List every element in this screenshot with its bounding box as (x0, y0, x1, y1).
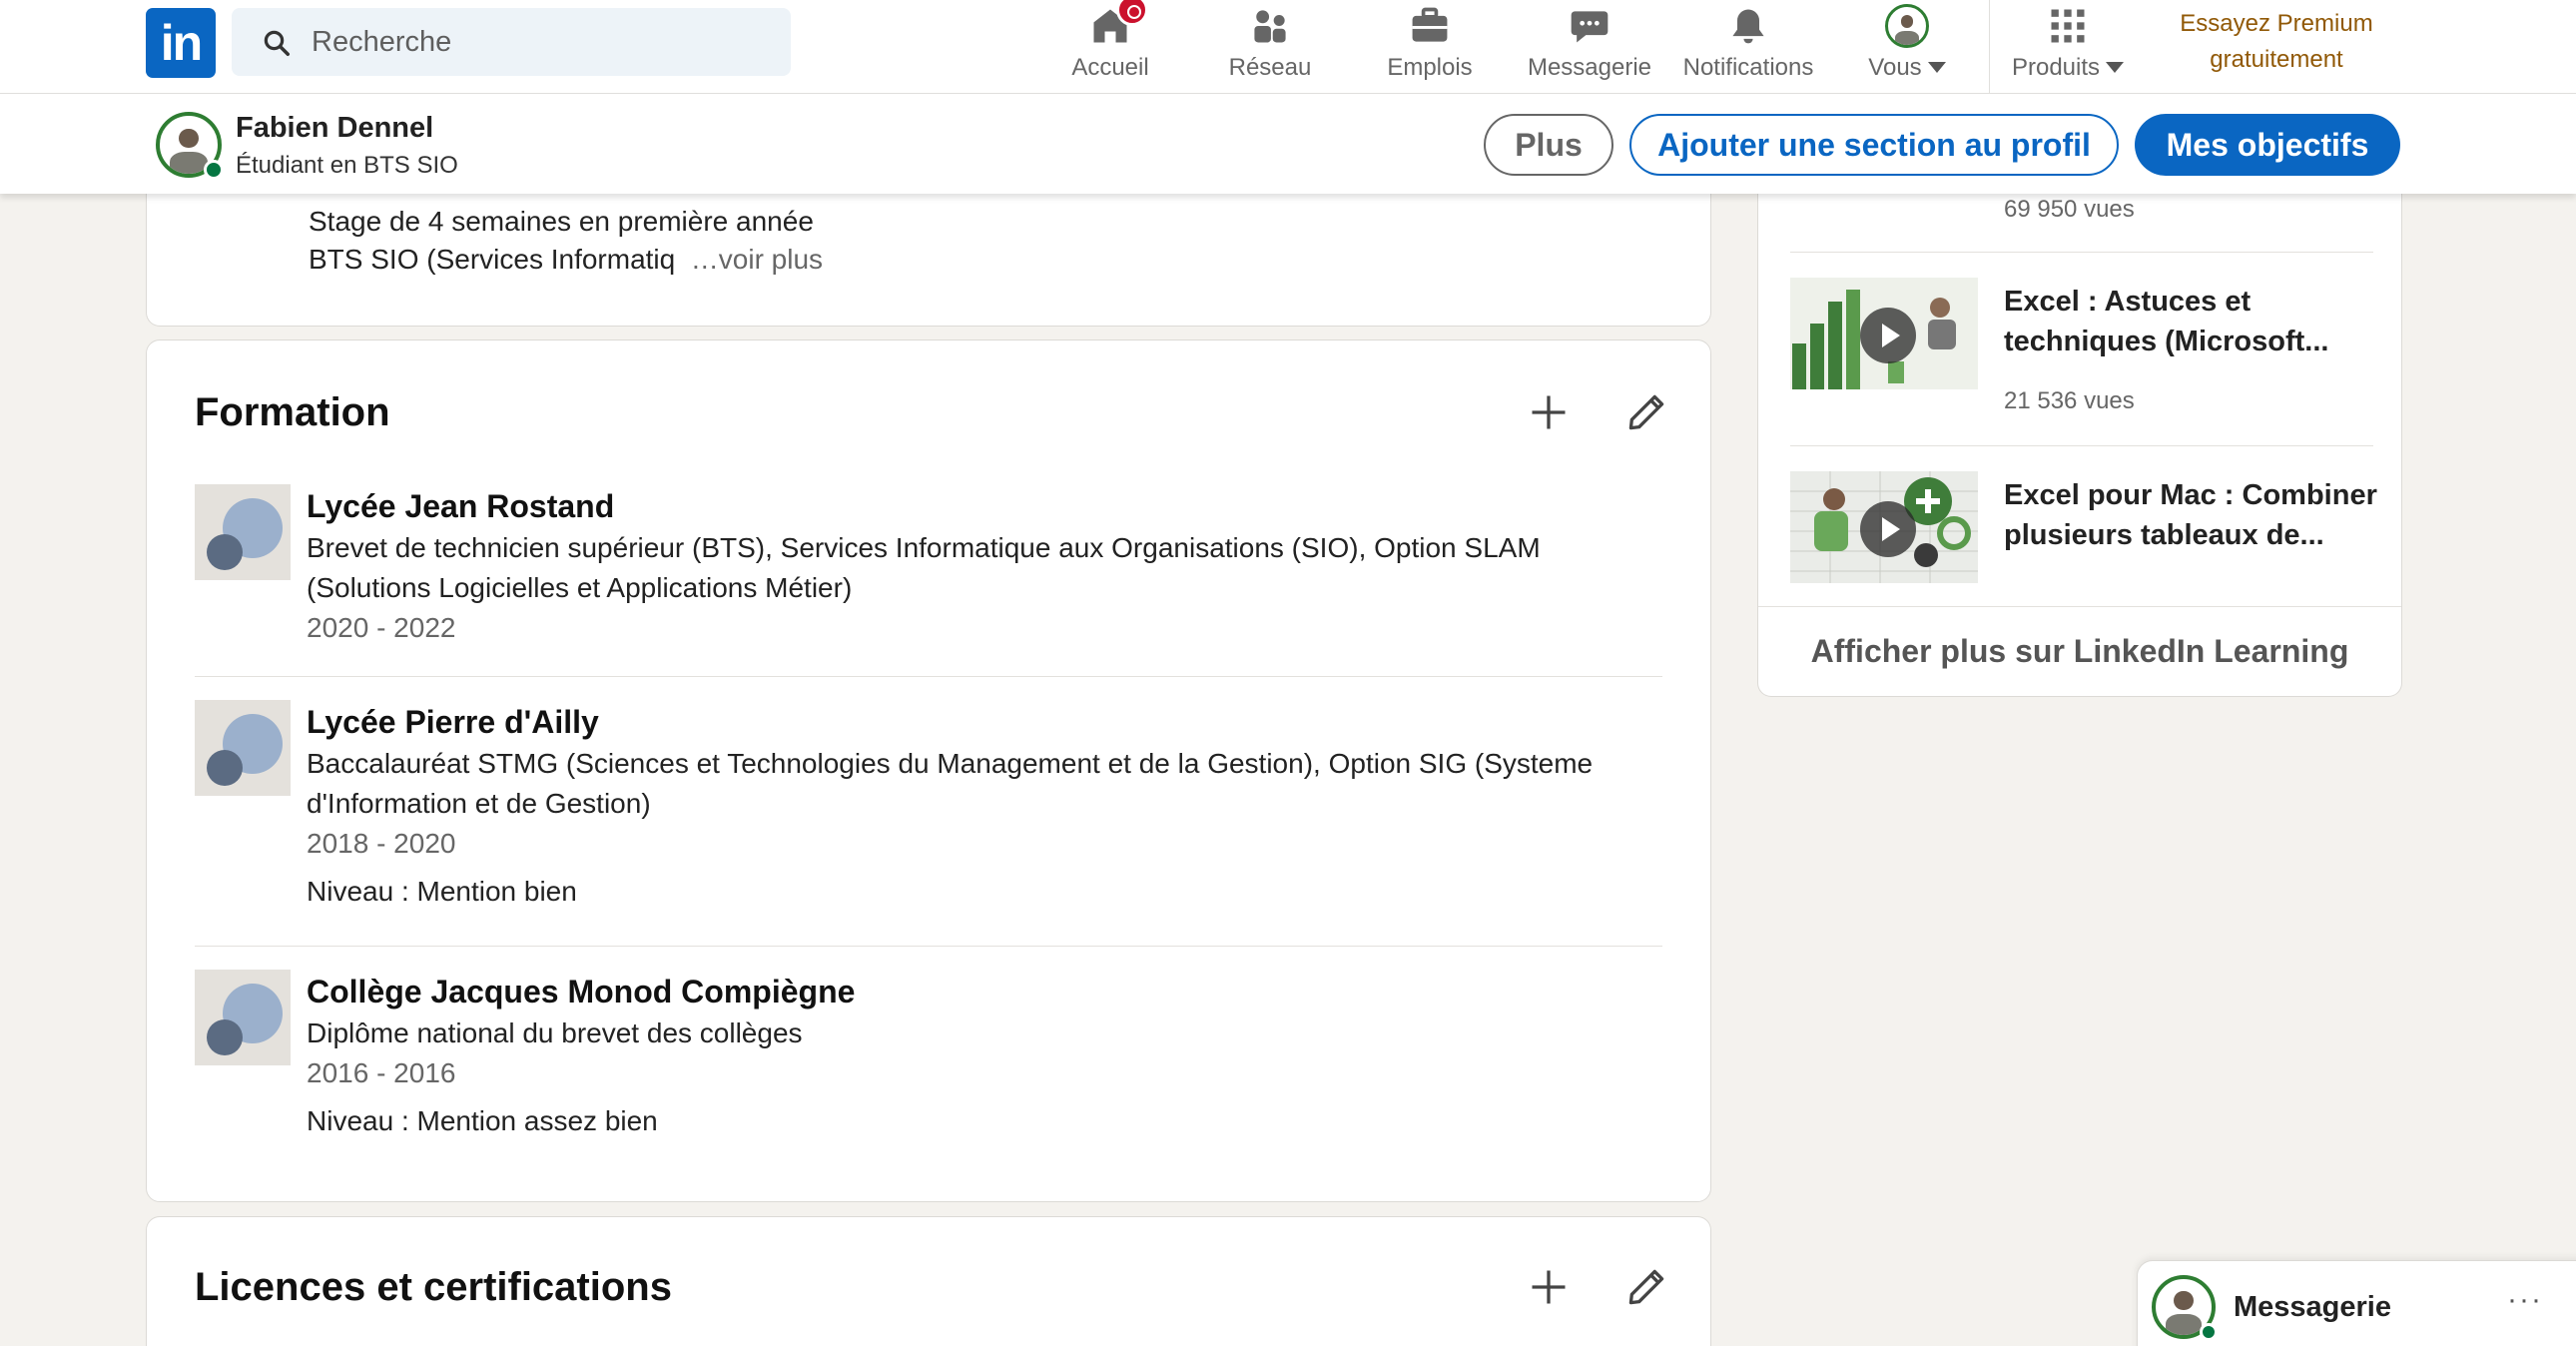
course-views: 69 950 vues (2004, 196, 2135, 223)
briefcase-icon (1412, 7, 1448, 42)
experience-description-line1: Stage de 4 semaines en première année (309, 206, 814, 237)
online-status-dot (2200, 1323, 2218, 1341)
premium-link[interactable]: Essayez Premium gratuitement (2157, 6, 2396, 78)
edit-education-button[interactable] (1614, 380, 1678, 444)
messaging-title: Messagerie (2234, 1291, 2391, 1323)
school-logo (195, 700, 291, 796)
nav-jobs-label: Emplois (1387, 54, 1473, 81)
grid-icon (2051, 9, 2085, 43)
nav-notifications[interactable]: Notifications (1669, 0, 1827, 94)
chevron-down-icon (2106, 62, 2125, 73)
nav-messaging[interactable]: Messagerie (1520, 0, 1659, 94)
nav-products-label: Produits (2011, 54, 2125, 82)
add-education-button[interactable] (1517, 380, 1581, 444)
nav-me-text: Vous (1868, 54, 1922, 81)
school-name[interactable]: Lycée Jean Rostand (307, 484, 1664, 528)
nav-me-label: Vous (1868, 54, 1946, 82)
nav-divider (1989, 0, 1990, 94)
degree: Baccalauréat STMG (Sciences et Technolog… (307, 748, 1594, 819)
nav-products-text: Produits (2011, 54, 2101, 81)
add-profile-section-button[interactable]: Ajouter une section au profil (1629, 114, 2119, 176)
online-status-dot (204, 160, 224, 180)
grade: Niveau : Mention bien (307, 876, 577, 907)
licences-card: Licences et certifications (146, 1216, 1711, 1346)
course-thumbnail[interactable] (1790, 471, 1978, 583)
more-options-icon[interactable]: ··· (2507, 1283, 2543, 1317)
course-title[interactable]: Excel pour Mac : Combiner plusieurs tabl… (2004, 475, 2383, 555)
course-item[interactable]: Excel : Astuces et techniques (Microsoft… (1790, 278, 2379, 437)
nav-products[interactable]: Produits (2003, 0, 2133, 94)
add-licence-button[interactable] (1517, 1255, 1581, 1319)
degree: Diplôme national du brevet des collèges (307, 1017, 803, 1048)
edit-licence-button[interactable] (1614, 1255, 1678, 1319)
divider (195, 946, 1662, 947)
linkedin-logo[interactable]: in (146, 8, 216, 78)
divider (195, 676, 1662, 677)
plus-icon (1532, 395, 1566, 429)
school-name[interactable]: Collège Jacques Monod Compiègne (307, 970, 1664, 1013)
see-more-link[interactable]: …voir plus (691, 244, 823, 275)
divider (1790, 445, 2373, 446)
premium-line2: gratuitement (2210, 46, 2343, 73)
more-button[interactable]: Plus (1484, 114, 1613, 176)
global-nav: in Accueil Réseau Emplois Messagerie Not… (0, 0, 2576, 94)
pencil-icon (1628, 394, 1664, 430)
chat-icon (1571, 11, 1609, 43)
dates: 2016 - 2016 (307, 1057, 456, 1088)
pencil-icon (1628, 1269, 1664, 1305)
search-input[interactable] (312, 8, 771, 76)
search-icon (264, 30, 290, 56)
play-icon (1860, 501, 1916, 557)
search-bar[interactable] (232, 8, 791, 76)
profile-headline: Étudiant en BTS SIO (236, 152, 458, 179)
nav-network-label: Réseau (1228, 54, 1312, 81)
school-logo (195, 484, 291, 580)
nav-network[interactable]: Réseau (1220, 0, 1320, 94)
course-item[interactable]: Excel pour Mac : Combiner plusieurs tabl… (1790, 471, 2379, 591)
premium-line1: Essayez Premium (2180, 10, 2373, 37)
nav-jobs[interactable]: Emplois (1380, 0, 1480, 94)
dates: 2020 - 2022 (307, 612, 456, 643)
divider (1790, 252, 2373, 253)
grade: Niveau : Mention assez bien (307, 1105, 658, 1136)
course-title[interactable]: Excel : Astuces et techniques (Microsoft… (2004, 282, 2383, 361)
formation-card: Formation Lycée Jean Rostand Brevet de t… (146, 339, 1711, 1202)
profile-sticky-bar: Fabien Dennel Étudiant en BTS SIO Plus A… (0, 94, 2576, 194)
bell-icon (1732, 9, 1764, 44)
network-icon (1254, 10, 1286, 43)
avatar (1885, 4, 1929, 48)
nav-home[interactable]: Accueil (1060, 0, 1160, 94)
course-thumbnail[interactable] (1790, 278, 1978, 389)
section-title: Formation (195, 390, 390, 434)
play-icon (1860, 308, 1916, 363)
my-goals-button[interactable]: Mes objectifs (2135, 114, 2400, 176)
school-name[interactable]: Lycée Pierre d'Ailly (307, 700, 1664, 744)
nav-messaging-label: Messagerie (1527, 54, 1652, 81)
profile-name: Fabien Dennel (236, 112, 434, 144)
plus-icon (1532, 1270, 1566, 1304)
nav-notifications-label: Notifications (1682, 54, 1814, 81)
dates: 2018 - 2020 (307, 828, 456, 859)
nav-me[interactable]: Vous (1857, 0, 1957, 94)
section-title: Licences et certifications (195, 1265, 672, 1309)
course-views: 21 536 vues (2004, 387, 2135, 414)
experience-description-line2: BTS SIO (Services Informatiq …voir plus (309, 244, 823, 276)
nav-home-label: Accueil (1071, 54, 1149, 81)
school-logo (195, 970, 291, 1065)
notification-badge (1116, 0, 1148, 26)
messaging-dock[interactable]: Messagerie ··· (2137, 1260, 2576, 1346)
learning-card: 69 950 vues Excel : Astuces et technique… (1757, 150, 2402, 697)
experience-description-text: BTS SIO (Services Informatiq (309, 244, 676, 275)
degree: Brevet de technicien supérieur (BTS), Se… (307, 532, 1541, 603)
chevron-down-icon (1927, 62, 1946, 73)
show-more-learning-link[interactable]: Afficher plus sur LinkedIn Learning (1758, 606, 2401, 696)
